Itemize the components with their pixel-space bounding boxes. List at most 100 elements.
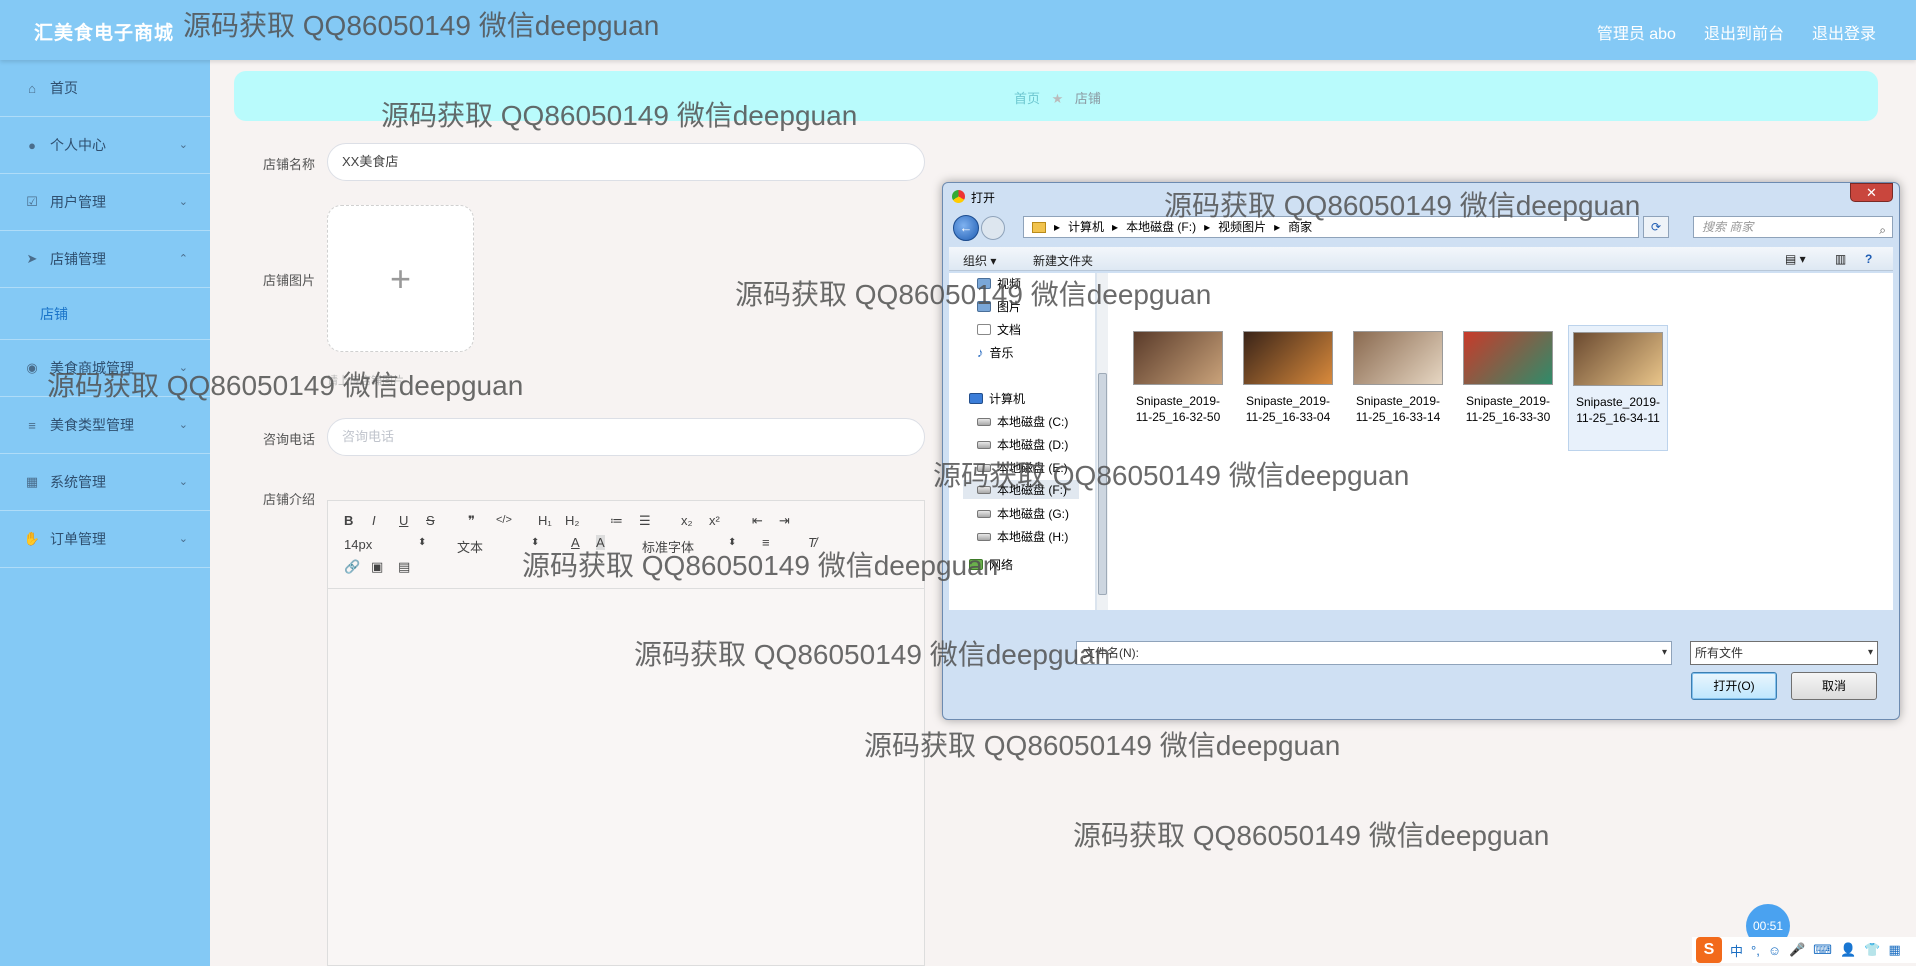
sogou-icon[interactable]: S [1696, 937, 1722, 963]
search-input[interactable]: 搜索 商家 ⌕ [1693, 216, 1893, 238]
h2-button[interactable]: H₂ [565, 513, 579, 528]
watermark: 源码获取 QQ86050149 微信deepguan [1073, 820, 1550, 851]
align-button[interactable]: ≡ [762, 535, 770, 550]
font-family-select[interactable]: 标准字体 [642, 537, 694, 556]
view-icon[interactable]: ▤ ▾ [1785, 252, 1806, 266]
path-segment[interactable]: 本地磁盘 (F:) [1126, 217, 1196, 237]
open-button[interactable]: 打开(O) [1691, 672, 1777, 700]
sidebar-item-label: 订单管理 [50, 531, 106, 547]
drive-icon [977, 532, 991, 541]
sidebar-item-food-type[interactable]: ≡ 美食类型管理 ⌄ [0, 397, 210, 454]
font-color-button[interactable]: A [571, 535, 580, 550]
nav-item-drive-h[interactable]: 本地磁盘 (H:) [977, 528, 1068, 545]
nav-item-drive-f[interactable]: 本地磁盘 (F:) [963, 480, 1079, 499]
new-folder-button[interactable]: 新建文件夹 [1033, 252, 1093, 269]
nav-item-music[interactable]: ♪ 音乐 [977, 344, 1014, 361]
ordered-list-button[interactable]: ≔ [610, 513, 623, 529]
refresh-button[interactable]: ⟳ [1643, 216, 1669, 238]
nav-item-computer[interactable]: 计算机 [969, 390, 1025, 407]
cancel-button[interactable]: 取消 [1791, 672, 1877, 700]
user-icon[interactable]: 👤 [1840, 942, 1856, 958]
video-folder-icon [977, 278, 991, 289]
path-segment[interactable]: 视频图片 [1218, 217, 1266, 237]
bold-button[interactable]: B [344, 513, 353, 528]
chevron-down-icon: ⌄ [178, 476, 188, 488]
file-type-select[interactable]: 所有文件 [1690, 641, 1878, 665]
nav-item-drive-d[interactable]: 本地磁盘 (D:) [977, 436, 1068, 453]
clear-format-button[interactable]: T̸ [808, 535, 816, 550]
italic-button[interactable]: I [372, 513, 376, 528]
scrollbar-thumb[interactable] [1098, 373, 1107, 595]
sidebar-item-profile[interactable]: ● 个人中心 ⌄ [0, 117, 210, 174]
file-item[interactable]: Snipaste_2019- 11-25_16-33-14 [1348, 325, 1448, 451]
breadcrumb-home-link[interactable]: 首页 [1014, 91, 1040, 106]
background-color-button[interactable]: A [596, 535, 605, 550]
file-item[interactable]: Snipaste_2019- 11-25_16-33-30 [1458, 325, 1558, 451]
file-item[interactable]: Snipaste_2019- 11-25_16-33-04 [1238, 325, 1338, 451]
phone-input[interactable]: 咨询电话 [327, 418, 925, 456]
link-icon[interactable]: 🔗 [344, 559, 360, 575]
sidebar-item-system[interactable]: ▦ 系统管理 ⌄ [0, 454, 210, 511]
admin-user-link[interactable]: 管理员 abo [1597, 20, 1676, 44]
nav-scrollbar[interactable] [1096, 273, 1108, 610]
shop-name-input[interactable]: XX美食店 [327, 143, 925, 181]
header-select[interactable]: 文本 [457, 537, 483, 556]
image-icon[interactable]: ▣ [371, 559, 383, 575]
nav-item-video[interactable]: 视频 [977, 275, 1021, 292]
editor-toolbar: B I U S ❞ </> H₁ H₂ ≔ ☰ x₂ x² ⇤ ⇥ 14px ⬍… [328, 501, 924, 589]
video-icon[interactable]: ▤ [398, 559, 410, 575]
logout-link[interactable]: 退出登录 [1812, 20, 1876, 44]
nav-item-drive-c[interactable]: 本地磁盘 (C:) [977, 413, 1068, 430]
h1-button[interactable]: H₁ [538, 513, 552, 528]
keyboard-icon[interactable]: ⌨ [1813, 942, 1832, 958]
subscript-button[interactable]: x₂ [681, 513, 693, 528]
file-item-selected[interactable]: Snipaste_2019- 11-25_16-34-11 [1568, 325, 1668, 451]
rich-text-editor[interactable]: B I U S ❞ </> H₁ H₂ ≔ ☰ x₂ x² ⇤ ⇥ 14px ⬍… [327, 500, 925, 966]
forward-button[interactable] [981, 216, 1005, 240]
outdent-button[interactable]: ⇤ [752, 513, 763, 529]
font-size-select[interactable]: 14px [344, 537, 372, 552]
path-segment[interactable]: 计算机 [1068, 217, 1104, 237]
microphone-icon[interactable]: 🎤 [1789, 942, 1805, 958]
preview-pane-icon[interactable]: ▥ [1835, 252, 1846, 266]
help-icon[interactable]: ? [1865, 252, 1872, 266]
checkbox-icon: ☑ [26, 194, 38, 209]
path-segment[interactable]: 商家 [1288, 217, 1312, 237]
organize-button[interactable]: 组织 ▾ [963, 252, 996, 269]
language-toggle[interactable]: 中 [1730, 941, 1743, 960]
sidebar-item-shop-management[interactable]: ➤ 店铺管理 ⌃ [0, 231, 210, 288]
code-block-button[interactable]: </> [496, 514, 512, 526]
nav-item-drive-g[interactable]: 本地磁盘 (G:) [977, 505, 1069, 522]
file-name-input[interactable]: 文件名(N): [1076, 641, 1672, 665]
back-button[interactable]: ← [953, 215, 979, 241]
sidebar-item-food-mall[interactable]: ◉ 美食商城管理 ⌄ [0, 340, 210, 397]
underline-button[interactable]: U [399, 513, 408, 528]
grid-icon[interactable]: ▦ [1888, 942, 1900, 958]
indent-button[interactable]: ⇥ [779, 513, 790, 529]
top-links: 管理员 abo 退出到前台 退出登录 [1597, 20, 1876, 44]
superscript-button[interactable]: x² [709, 513, 720, 528]
sidebar-item-users[interactable]: ☑ 用户管理 ⌄ [0, 174, 210, 231]
bullet-list-button[interactable]: ☰ [639, 513, 651, 529]
sidebar-subitem-shop[interactable]: 店铺 [0, 288, 210, 340]
file-name: Snipaste_2019- 11-25_16-33-14 [1355, 394, 1441, 424]
close-button[interactable]: ✕ [1850, 183, 1893, 202]
shirt-icon[interactable]: 👕 [1864, 942, 1880, 958]
emoji-icon[interactable]: ☺ [1768, 943, 1781, 958]
file-thumbnail [1573, 332, 1663, 386]
punctuation-icon[interactable]: °, [1751, 943, 1760, 958]
back-to-frontend-link[interactable]: 退出到前台 [1704, 20, 1784, 44]
sidebar-item-orders[interactable]: ✋ 订单管理 ⌄ [0, 511, 210, 568]
quote-button[interactable]: ❞ [468, 513, 475, 529]
nav-item-pictures[interactable]: 图片 [977, 298, 1021, 315]
nav-item-documents[interactable]: 文档 [977, 321, 1021, 338]
sidebar-item-home[interactable]: ⌂ 首页 [0, 60, 210, 117]
nav-item-drive-e[interactable]: 本地磁盘 (E:) [977, 459, 1068, 476]
folder-icon [1032, 221, 1046, 233]
nav-item-network[interactable]: 网络 [969, 556, 1013, 573]
chevron-up-icon: ⌃ [178, 253, 188, 265]
address-bar[interactable]: ▸ 计算机 ▸ 本地磁盘 (F:) ▸ 视频图片 ▸ 商家 [1023, 216, 1639, 238]
file-item[interactable]: Snipaste_2019- 11-25_16-32-50 [1128, 325, 1228, 451]
image-upload-button[interactable]: + [327, 205, 474, 352]
strike-button[interactable]: S [426, 513, 435, 528]
